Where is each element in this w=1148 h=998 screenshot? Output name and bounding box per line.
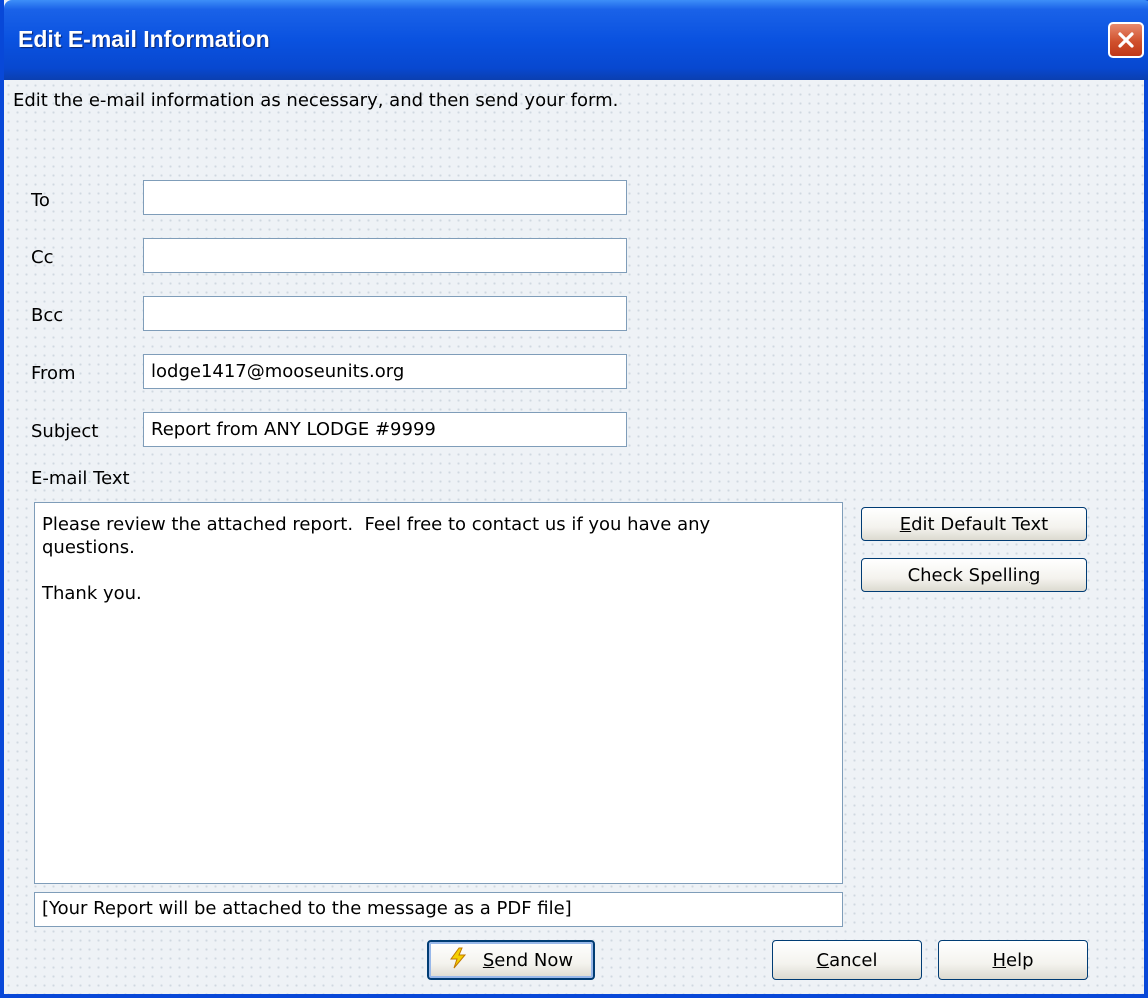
from-field[interactable] <box>143 354 627 389</box>
bcc-label: Bcc <box>31 305 64 326</box>
subject-label: Subject <box>31 421 99 442</box>
close-icon <box>1116 30 1136 50</box>
cancel-label: ancel <box>829 949 878 971</box>
help-button[interactable]: Help <box>938 940 1088 980</box>
edit-default-text-mnemonic: E <box>899 513 912 535</box>
edit-default-text-button[interactable]: Edit Default Text <box>861 507 1087 541</box>
send-now-label: end Now <box>494 949 574 971</box>
check-spelling-label: Check Spellin <box>907 564 1029 586</box>
attachment-note: [Your Report will be attached to the mes… <box>34 892 843 927</box>
send-now-mnemonic: S <box>482 949 495 971</box>
help-label: elp <box>1006 949 1034 971</box>
check-spelling-button[interactable]: Check Spellin g <box>861 558 1087 592</box>
email-text-label: E-mail Text <box>31 468 130 489</box>
bcc-field[interactable] <box>143 296 627 331</box>
cancel-mnemonic: C <box>816 949 830 971</box>
cc-label: Cc <box>31 247 54 268</box>
edit-default-text-label: dit Default Text <box>911 513 1049 535</box>
from-label: From <box>31 363 76 384</box>
title-bar[interactable]: Edit E-mail Information <box>4 0 1148 80</box>
subject-field[interactable] <box>143 412 627 447</box>
dialog-title: Edit E-mail Information <box>18 26 270 52</box>
send-now-button[interactable]: Send Now <box>427 940 595 980</box>
check-spelling-mnemonic: g <box>1029 564 1041 586</box>
to-label: To <box>31 190 50 211</box>
instructions-text: Edit the e-mail information as necessary… <box>13 90 619 111</box>
to-field[interactable] <box>143 180 627 215</box>
dialog-window: Edit E-mail Information Edit the e-mail … <box>0 0 1148 998</box>
help-mnemonic: H <box>992 949 1007 971</box>
cc-field[interactable] <box>143 238 627 273</box>
email-body-textarea[interactable]: Please review the attached report. Feel … <box>34 502 843 884</box>
lightning-icon <box>449 947 467 974</box>
close-button[interactable] <box>1108 22 1144 58</box>
cancel-button[interactable]: Cancel <box>772 940 922 980</box>
